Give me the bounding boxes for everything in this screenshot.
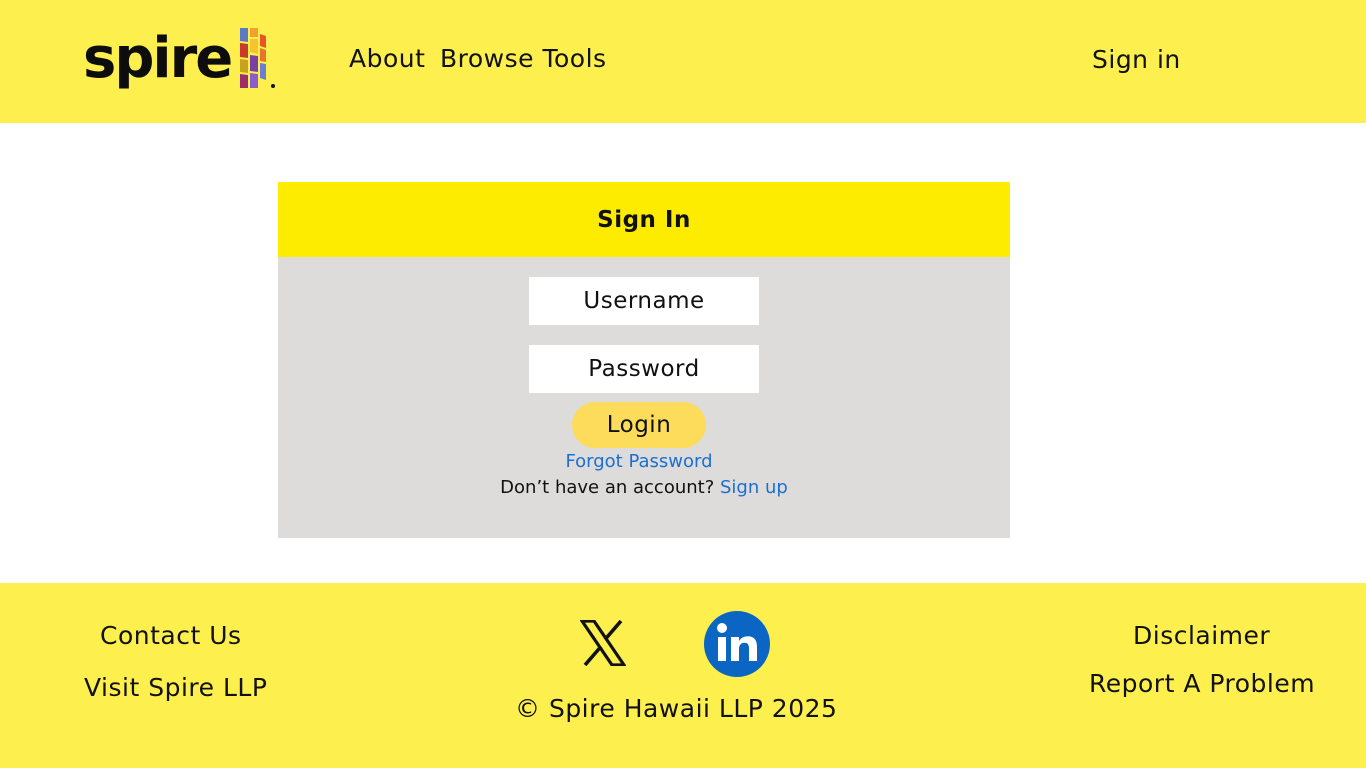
nav-sign-in-link[interactable]: Sign in <box>1092 45 1181 74</box>
linkedin-social-link[interactable] <box>704 611 770 677</box>
sign-in-card-header: Sign In <box>278 182 1010 257</box>
signup-prompt: Don’t have an account? Sign up <box>278 477 1010 498</box>
nav-about-link[interactable]: About <box>349 44 425 73</box>
linkedin-icon <box>704 611 770 677</box>
site-header: spire About Browse Tools Sign in <box>0 0 1366 123</box>
x-social-link[interactable] <box>578 619 628 667</box>
spire-logo-mark-icon <box>240 28 276 88</box>
sign-in-card: Sign In Login Forgot Password Don’t have… <box>278 182 1010 538</box>
login-button[interactable]: Login <box>572 402 706 448</box>
forgot-password-link[interactable]: Forgot Password <box>278 451 1000 472</box>
sign-up-link[interactable]: Sign up <box>720 477 788 498</box>
site-footer: Contact Us Visit Spire LLP © Spire Hawai… <box>0 583 1366 768</box>
contact-us-link[interactable]: Contact Us <box>100 621 242 650</box>
copyright-text: © Spire Hawaii LLP 2025 <box>515 694 838 723</box>
password-input[interactable] <box>529 345 759 393</box>
report-problem-link[interactable]: Report A Problem <box>1089 669 1315 698</box>
spire-logo[interactable]: spire <box>83 26 277 104</box>
no-account-text: Don’t have an account? <box>500 477 715 498</box>
visit-spire-link[interactable]: Visit Spire LLP <box>84 673 267 702</box>
username-input[interactable] <box>529 277 759 325</box>
logo-wordmark: spire <box>83 26 233 91</box>
x-logo-icon <box>578 619 628 667</box>
sign-in-title: Sign In <box>597 206 691 233</box>
disclaimer-link[interactable]: Disclaimer <box>1133 621 1270 650</box>
nav-browse-tools-link[interactable]: Browse Tools <box>440 44 607 73</box>
